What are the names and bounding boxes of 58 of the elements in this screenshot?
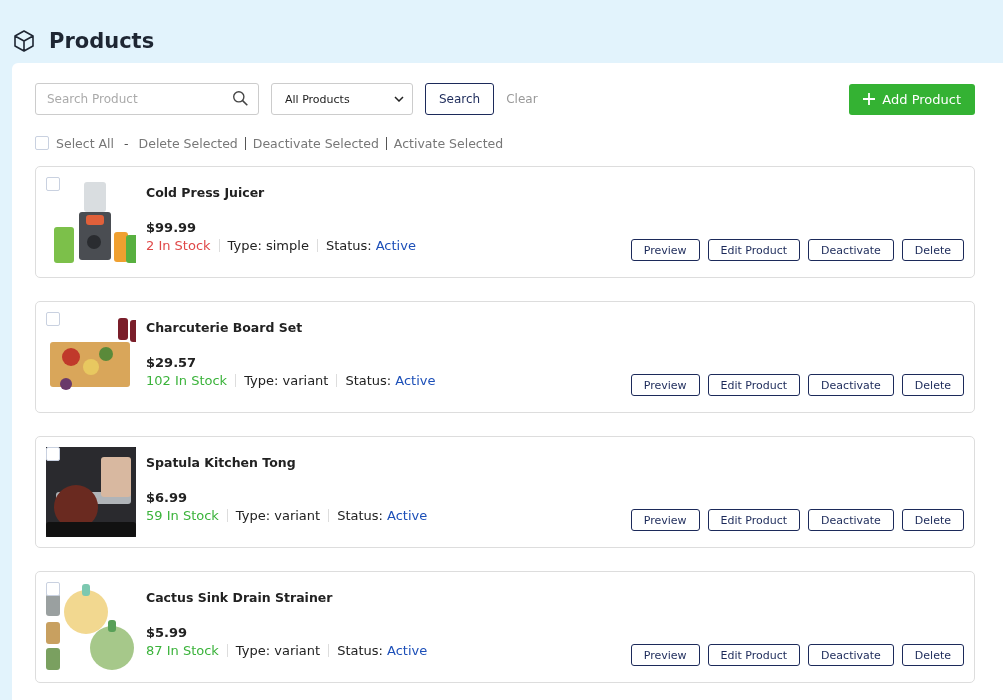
box-icon — [12, 28, 36, 53]
product-price: $5.99 — [146, 625, 189, 640]
stock-count: 2 In Stock — [146, 238, 211, 253]
product-checkbox[interactable] — [46, 177, 60, 191]
search-icon[interactable] — [232, 90, 249, 107]
product-action-button[interactable]: Deactivate — [808, 239, 894, 261]
product-name: Cold Press Juicer — [146, 185, 266, 200]
status-label: Status: — [337, 643, 383, 658]
product-action-button[interactable]: Delete — [901, 239, 964, 261]
product-price: $6.99 — [146, 490, 189, 505]
product-price: $99.99 — [146, 220, 198, 235]
product-type: Type: variant — [235, 643, 321, 658]
product-action-button[interactable]: Delete — [901, 374, 964, 396]
product-action-button[interactable]: Preview — [630, 644, 700, 666]
stock-count: 102 In Stock — [146, 373, 228, 388]
product-action-button[interactable]: Preview — [630, 239, 700, 261]
status-value: Active — [375, 238, 416, 253]
stock-count: 59 In Stock — [146, 508, 219, 523]
select-all-label[interactable]: Select All — [56, 135, 115, 151]
product-action-button[interactable]: Deactivate — [808, 644, 894, 666]
product-action-button[interactable]: Edit Product — [707, 509, 801, 531]
product-action-button[interactable]: Edit Product — [707, 239, 801, 261]
stock-count: 87 In Stock — [146, 643, 219, 658]
status-value: Active — [386, 643, 428, 658]
product-price: $29.57 — [146, 355, 198, 370]
status-value: Active — [386, 508, 428, 523]
product-type: Type: variant — [244, 373, 329, 388]
status-value: Active — [395, 373, 436, 388]
product-action-button[interactable]: Preview — [630, 374, 700, 396]
product-action-button[interactable]: Edit Product — [707, 644, 801, 666]
product-type: Type: simple — [227, 238, 309, 253]
product-action-button[interactable]: Edit Product — [707, 374, 801, 396]
product-checkbox[interactable] — [46, 312, 60, 326]
product-action-button[interactable]: Deactivate — [808, 374, 894, 396]
product-action-button[interactable]: Preview — [630, 509, 700, 531]
page-title: Products — [49, 28, 155, 53]
product-checkbox[interactable] — [46, 582, 60, 596]
product-name: Charcuterie Board Set — [146, 320, 304, 335]
filter-dropdown[interactable]: All Products — [271, 83, 413, 115]
product-checkbox[interactable] — [46, 447, 60, 461]
select-all-checkbox[interactable] — [35, 136, 49, 150]
bulk-action-link[interactable]: Activate Selected — [393, 135, 504, 151]
plus-icon — [863, 93, 876, 105]
product-type: Type: variant — [235, 508, 321, 523]
bulk-action-link[interactable]: Deactivate Selected — [252, 135, 379, 151]
separator-text: - — [124, 135, 129, 151]
caret-icon — [394, 96, 404, 102]
search-field[interactable]: Search Product — [35, 83, 259, 115]
product-action-button[interactable]: Delete — [901, 644, 964, 666]
search-button[interactable]: Search — [425, 83, 495, 115]
bulk-action-link[interactable]: Delete Selected — [138, 135, 238, 151]
product-action-button[interactable]: Deactivate — [808, 509, 894, 531]
status-label: Status: — [345, 373, 392, 388]
product-action-button[interactable]: Delete — [901, 509, 964, 531]
status-label: Status: — [325, 238, 372, 253]
product-name: Cactus Sink Drain Strainer — [146, 590, 334, 605]
product-name: Spatula Kitchen Tong — [146, 455, 297, 470]
status-label: Status: — [337, 508, 383, 523]
